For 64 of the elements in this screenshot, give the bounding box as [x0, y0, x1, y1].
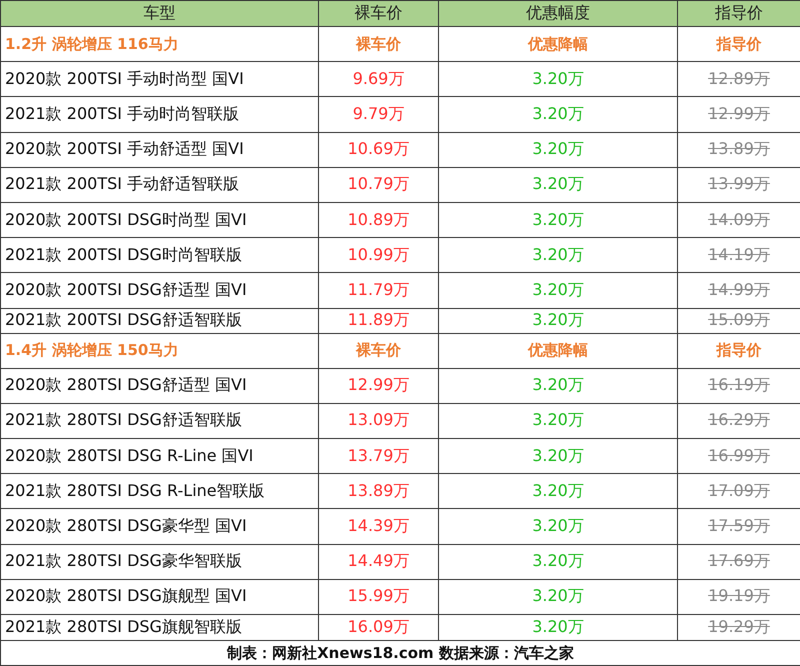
column-header: 裸车价: [319, 1, 439, 27]
table-cell: 2021款 280TSI DSG豪华智联版: [1, 544, 319, 580]
table-cell: 2021款 200TSI DSG时尚智联版: [1, 238, 319, 274]
section-header: 裸车价: [319, 27, 439, 62]
table-cell: 2020款 200TSI 手动时尚型 国VI: [1, 62, 319, 98]
table-cell: 3.20万: [439, 439, 678, 474]
table-footer: 制表：网新社Xnews18.com 数据来源：汽车之家: [1, 641, 800, 666]
table-cell: 2020款 280TSI DSG舒适型 国VI: [1, 368, 319, 404]
section-header: 裸车价: [319, 334, 439, 369]
table-cell: 10.99万: [319, 238, 439, 274]
section-title: 1.2升 涡轮增压 116马力: [1, 27, 319, 62]
table-cell: 11.79万: [319, 273, 439, 308]
table-cell: 16.19万: [678, 368, 800, 404]
section-header: 优惠降幅: [439, 27, 678, 62]
table-cell: 2021款 280TSI DSG旗舰智联版: [1, 615, 319, 641]
column-header: 车型: [1, 1, 319, 27]
table-cell: 3.20万: [439, 168, 678, 203]
table-cell: 13.79万: [319, 439, 439, 474]
table-cell: 13.09万: [319, 404, 439, 440]
section-header: 优惠降幅: [439, 334, 678, 369]
table-cell: 3.20万: [439, 544, 678, 580]
table-cell: 16.09万: [319, 615, 439, 641]
section-title: 1.4升 涡轮增压 150马力: [1, 334, 319, 369]
table-cell: 3.20万: [439, 202, 678, 238]
table-cell: 2021款 200TSI 手动舒适智联版: [1, 168, 319, 203]
table-cell: 17.69万: [678, 544, 800, 580]
table-cell: 3.20万: [439, 308, 678, 334]
table-cell: 2020款 200TSI DSG时尚型 国VI: [1, 202, 319, 238]
table-cell: 15.09万: [678, 308, 800, 334]
table-cell: 3.20万: [439, 97, 678, 133]
table-cell: 13.89万: [678, 132, 800, 168]
table-cell: 3.20万: [439, 273, 678, 308]
table-cell: 15.99万: [319, 580, 439, 615]
table-cell: 12.99万: [319, 368, 439, 404]
table-cell: 2020款 280TSI DSG R-Line 国VI: [1, 439, 319, 474]
table-cell: 10.89万: [319, 202, 439, 238]
column-header: 优惠幅度: [439, 1, 678, 27]
table-cell: 3.20万: [439, 509, 678, 545]
column-header: 指导价: [678, 1, 800, 27]
table-cell: 2020款 200TSI 手动舒适型 国VI: [1, 132, 319, 168]
table-cell: 9.79万: [319, 97, 439, 133]
table-cell: 2020款 200TSI DSG舒适型 国VI: [1, 273, 319, 308]
table-cell: 3.20万: [439, 404, 678, 440]
table-cell: 14.39万: [319, 509, 439, 545]
table-cell: 2021款 280TSI DSG舒适智联版: [1, 404, 319, 440]
table-cell: 10.69万: [319, 132, 439, 168]
table-cell: 3.20万: [439, 580, 678, 615]
table-cell: 3.20万: [439, 615, 678, 641]
table-cell: 2021款 200TSI DSG舒适智联版: [1, 308, 319, 334]
table-cell: 10.79万: [319, 168, 439, 203]
table-cell: 3.20万: [439, 132, 678, 168]
table-cell: 9.69万: [319, 62, 439, 98]
table-cell: 2021款 280TSI DSG R-Line智联版: [1, 474, 319, 510]
table-cell: 3.20万: [439, 62, 678, 98]
table-cell: 3.20万: [439, 474, 678, 510]
table-cell: 2021款 200TSI 手动时尚智联版: [1, 97, 319, 133]
table-cell: 2020款 280TSI DSG旗舰型 国VI: [1, 580, 319, 615]
table-cell: 14.49万: [319, 544, 439, 580]
table-cell: 3.20万: [439, 238, 678, 274]
table-cell: 13.89万: [319, 474, 439, 510]
table-cell: 11.89万: [319, 308, 439, 334]
table-cell: 2020款 280TSI DSG豪华型 国VI: [1, 509, 319, 545]
section-header: 指导价: [678, 334, 800, 369]
table-cell: 3.20万: [439, 368, 678, 404]
